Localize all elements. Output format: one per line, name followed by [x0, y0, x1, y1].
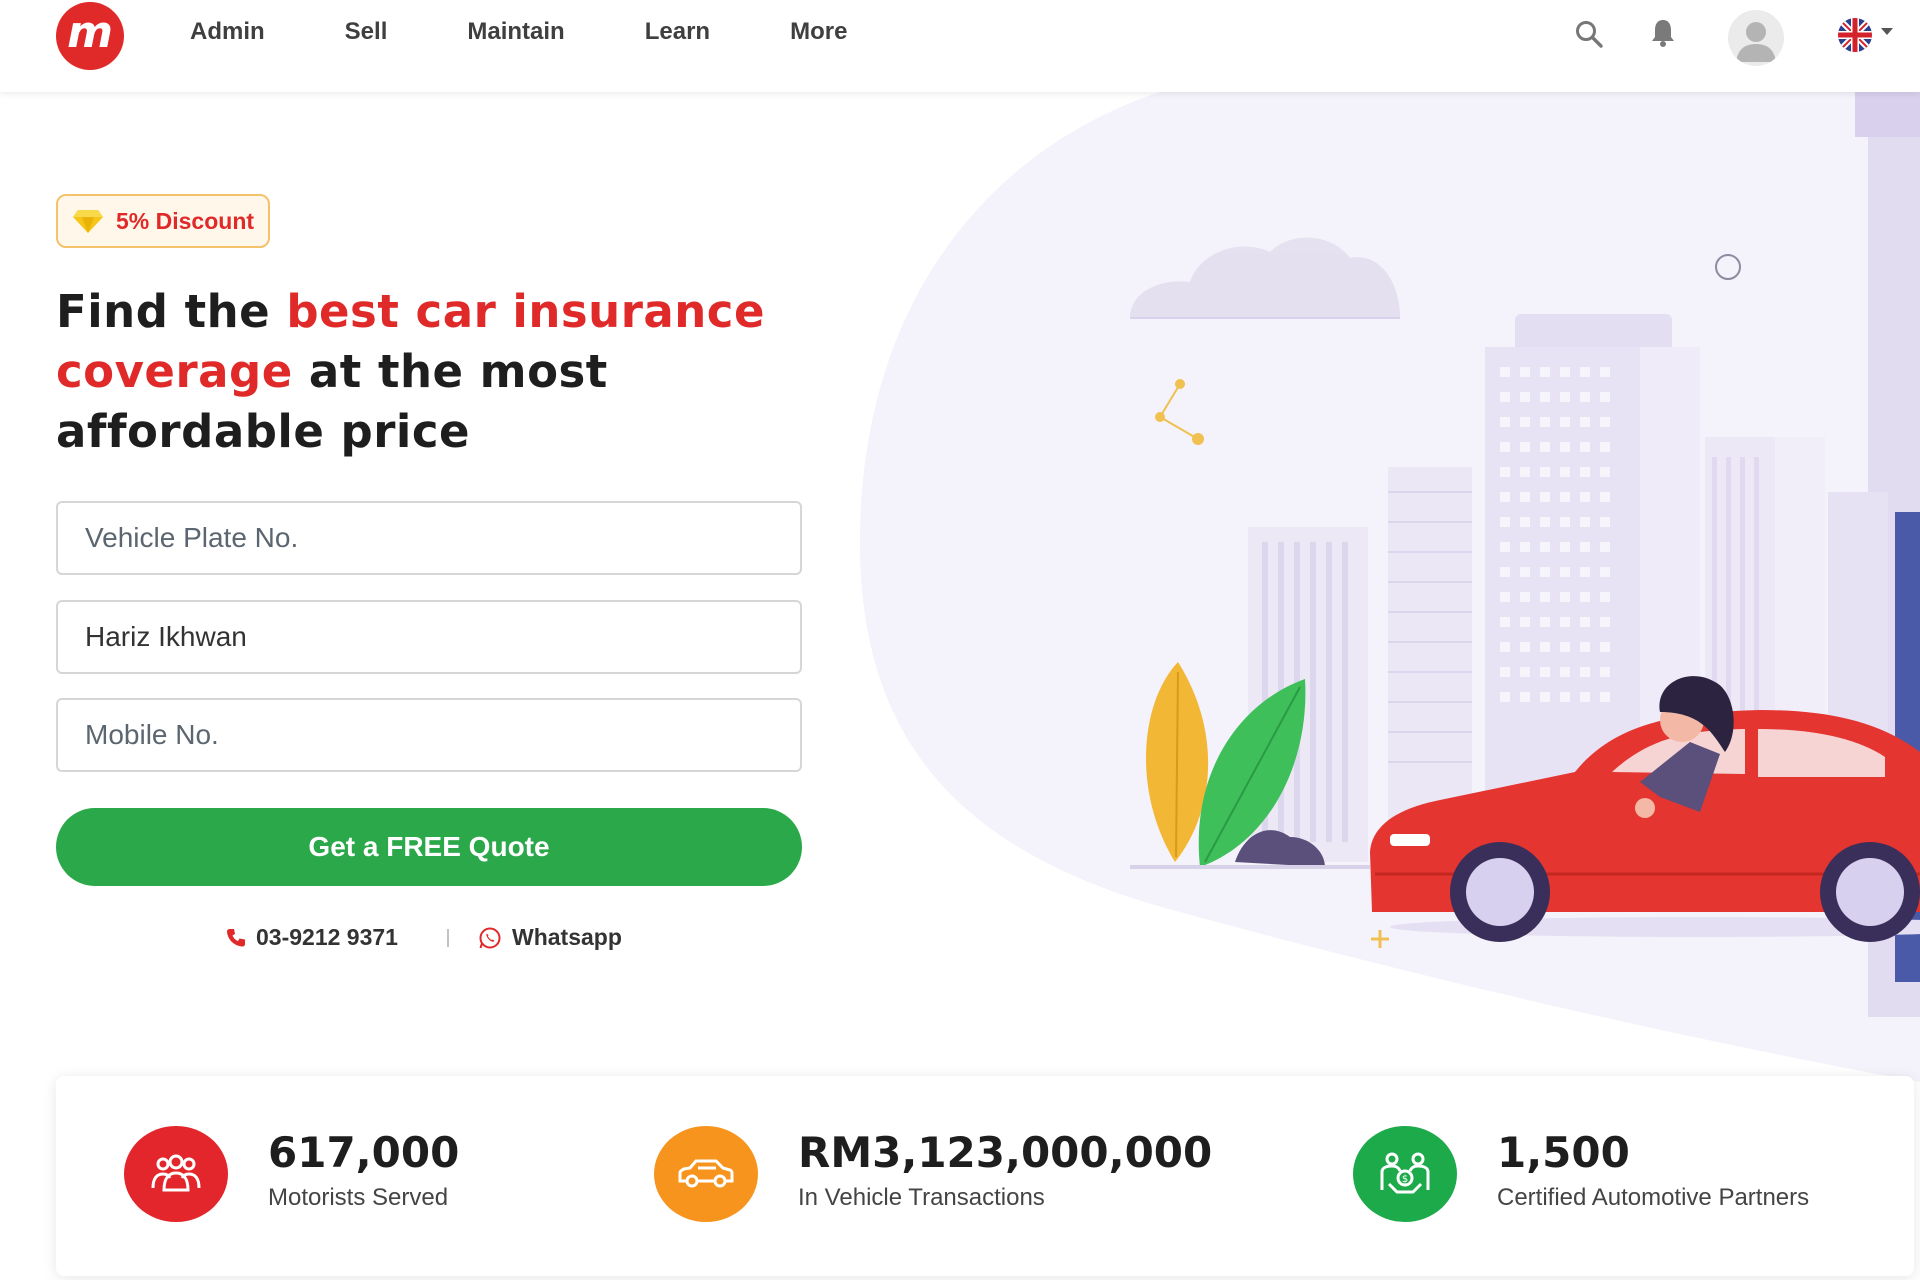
phone-icon: [227, 928, 245, 946]
partners-handshake-icon: $: [1353, 1126, 1457, 1222]
plate-field-wrapper: [56, 501, 802, 575]
whatsapp-label: Whatsapp: [512, 924, 622, 950]
caret-down-icon[interactable]: [1880, 26, 1894, 36]
car-icon: [654, 1126, 758, 1222]
stat-label: Motorists Served: [268, 1184, 449, 1211]
user-avatar-icon: [1736, 22, 1776, 62]
contact-separator: [447, 929, 449, 947]
people-group-icon: [124, 1126, 228, 1222]
headline-part-1: Find the: [56, 285, 287, 338]
whatsapp-contact-link[interactable]: Whatsapp: [478, 924, 622, 951]
svg-text:$: $: [1402, 1174, 1408, 1185]
stat-value: RM3,123,000,000: [798, 1128, 1213, 1177]
mobile-field-wrapper: [56, 698, 802, 772]
get-free-quote-button[interactable]: Get a FREE Quote: [56, 808, 802, 886]
brand-logo[interactable]: m: [56, 2, 124, 70]
phone-number: 03-9212 9371: [256, 924, 398, 950]
uk-flag-icon[interactable]: [1838, 18, 1872, 52]
discount-badge-text: 5% Discount: [116, 207, 255, 234]
name-field-wrapper: [56, 600, 802, 674]
brand-logo-letter: m: [67, 7, 113, 58]
name-input[interactable]: [58, 602, 800, 672]
bell-icon[interactable]: [1651, 18, 1675, 48]
nav-item-more[interactable]: More: [790, 18, 847, 46]
mobile-number-input[interactable]: [58, 700, 800, 770]
nav-item-learn[interactable]: Learn: [645, 18, 710, 46]
stats-card: 617,000 Motorists Served RM3,123,000,000…: [56, 1076, 1914, 1276]
discount-badge: 5% Discount: [56, 194, 271, 248]
stat-value: 617,000: [268, 1128, 460, 1177]
nav-item-admin[interactable]: Admin: [190, 18, 265, 46]
stat-label: Certified Automotive Partners: [1497, 1184, 1810, 1211]
whatsapp-icon: [479, 927, 501, 948]
stat-label: In Vehicle Transactions: [798, 1184, 1045, 1211]
search-icon[interactable]: [1574, 19, 1604, 49]
nav-item-maintain[interactable]: Maintain: [467, 18, 564, 46]
diamond-icon: [73, 210, 103, 233]
nav-item-sell[interactable]: Sell: [345, 18, 388, 46]
user-avatar[interactable]: [1728, 10, 1784, 66]
stat-value: 1,500: [1497, 1128, 1630, 1177]
hero-headline: Find the best car insurance coverage at …: [56, 282, 816, 462]
main-nav: Admin Sell Maintain Learn More: [190, 18, 927, 46]
vehicle-plate-input[interactable]: [58, 503, 800, 573]
top-navbar: m Admin Sell Maintain Learn More: [0, 0, 1920, 92]
phone-contact-link[interactable]: 03-9212 9371: [226, 924, 398, 951]
